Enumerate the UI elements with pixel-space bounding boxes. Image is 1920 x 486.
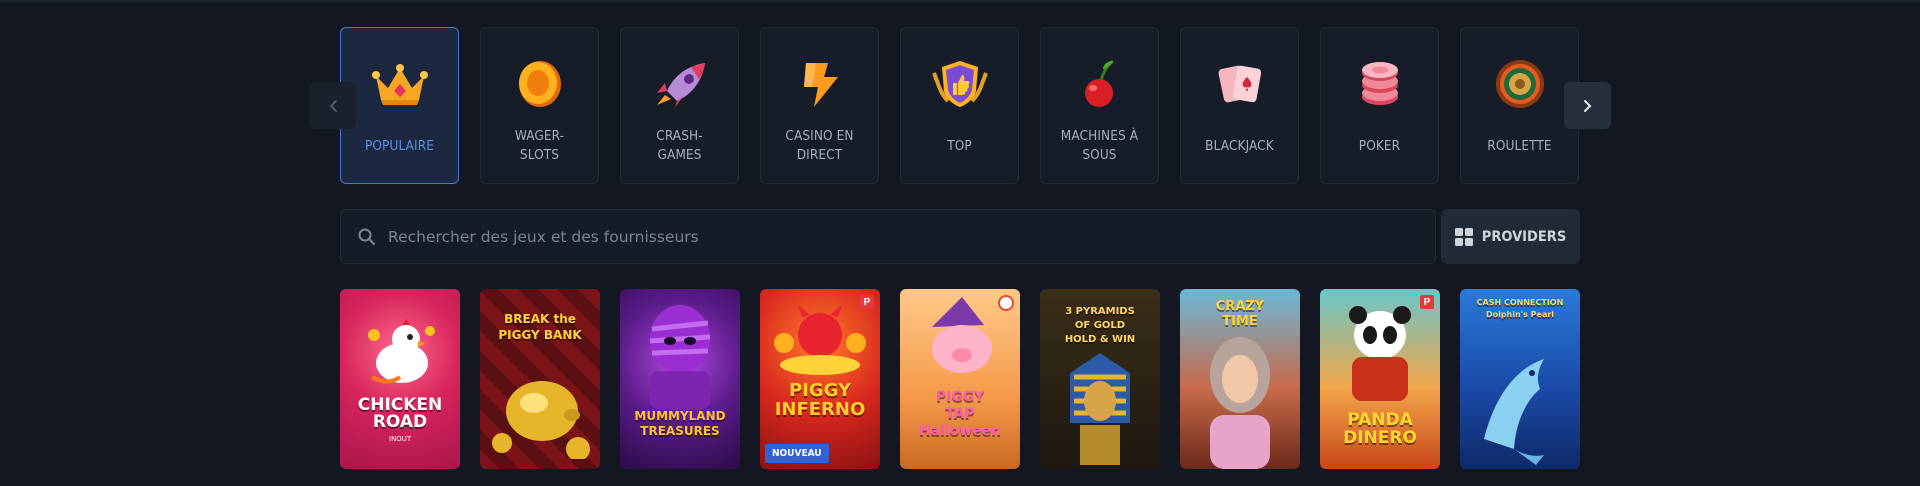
lightning-icon [790, 54, 850, 114]
game-title: BREAK the PIGGY BANK [498, 312, 582, 342]
dolphin-art [1484, 359, 1544, 465]
category-carousel: POPULAIRE WAGER- SLOTS CRASH- GAMES CASI… [340, 27, 1580, 184]
new-badge: NOUVEAU [765, 444, 829, 463]
mummy-art [649, 305, 711, 409]
category-blackjack[interactable]: BLACKJACK [1180, 27, 1299, 184]
providers-label: PROVIDERS [1481, 228, 1567, 245]
category-label: POPULAIRE [364, 137, 435, 154]
game-tile-mummyland-treasures[interactable]: MUMMYLAND TREASURES [620, 289, 740, 469]
category-poker[interactable]: POKER [1320, 27, 1439, 184]
category-machines-a-sous[interactable]: MACHINES À SOUS [1040, 27, 1159, 184]
chicken-art [368, 319, 435, 384]
category-roulette[interactable]: ROULETTE [1460, 27, 1579, 184]
chevron-right-icon [1583, 99, 1591, 112]
coin-icon [510, 54, 570, 114]
presenter-art [1210, 337, 1270, 469]
poker-chips-icon [1350, 54, 1410, 114]
provider-badge [998, 295, 1014, 311]
roulette-wheel-icon [1490, 54, 1550, 114]
game-title: CRAZY TIME [1215, 299, 1265, 329]
game-provider: INOUT [388, 435, 412, 443]
game-tile-break-the-piggy-bank[interactable]: BREAK the PIGGY BANK [480, 289, 600, 469]
rocket-icon [650, 54, 710, 114]
panda-art [1349, 306, 1411, 401]
category-label: CASINO EN DIRECT [785, 128, 854, 163]
crown-icon [370, 54, 430, 114]
game-title: PANDA DINERO [1343, 410, 1417, 448]
game-tile-crazy-time[interactable]: CRAZY TIME [1180, 289, 1300, 469]
game-title: 3 PYRAMIDS OF GOLD HOLD & WIN [1064, 306, 1136, 345]
pharaoh-art [1070, 353, 1130, 465]
game-title: CHICKEN ROAD [357, 395, 443, 432]
category-top[interactable]: TOP [900, 27, 1019, 184]
category-label: CRASH- GAMES [656, 128, 703, 163]
promo-badge: P [1420, 295, 1434, 309]
category-populaire[interactable]: POPULAIRE [340, 27, 459, 184]
grid-icon [1454, 227, 1473, 246]
search-icon [358, 228, 376, 246]
game-title: PIGGY TAP Halloween [918, 389, 1002, 439]
top-divider [0, 0, 1920, 2]
carousel-next-button[interactable] [1564, 82, 1611, 129]
providers-button[interactable]: PROVIDERS [1441, 209, 1580, 264]
devil-pigs-art [774, 305, 866, 375]
category-label: MACHINES À SOUS [1060, 128, 1139, 163]
games-grid: CHICKEN ROAD INOUT BREAK the PIGGY BANK … [340, 289, 1580, 469]
search-bar [340, 209, 1436, 264]
category-label: BLACKJACK [1205, 137, 1274, 154]
game-title: CASH CONNECTION Dolphin's Pearl [1476, 298, 1564, 319]
search-input[interactable] [386, 226, 1290, 247]
category-wager-slots[interactable]: WAGER- SLOTS [480, 27, 599, 184]
game-title: MUMMYLAND TREASURES [634, 409, 726, 438]
game-tile-chicken-road[interactable]: CHICKEN ROAD INOUT [340, 289, 460, 469]
category-crash-games[interactable]: CRASH- GAMES [620, 27, 739, 184]
category-label: WAGER- SLOTS [514, 128, 565, 163]
game-tile-3-pyramids-of-gold[interactable]: 3 PYRAMIDS OF GOLD HOLD & WIN [1040, 289, 1160, 469]
playing-cards-icon [1210, 54, 1270, 114]
category-label: TOP [947, 137, 972, 154]
promo-badge: P [860, 295, 874, 309]
thumbs-up-shield-icon [930, 54, 990, 114]
game-title: PIGGY INFERNO [774, 380, 866, 420]
game-tile-cash-connection-dolphins-pearl[interactable]: CASH CONNECTION Dolphin's Pearl [1460, 289, 1580, 469]
cherry-icon [1070, 54, 1130, 114]
category-casino-en-direct[interactable]: CASINO EN DIRECT [760, 27, 879, 184]
chevron-left-icon [329, 99, 337, 112]
category-label: POKER [1358, 137, 1401, 154]
game-tile-piggy-inferno[interactable]: PIGGY INFERNO P NOUVEAU [760, 289, 880, 469]
category-label: ROULETTE [1487, 137, 1552, 154]
gold-pig-art [492, 381, 590, 459]
piggy-witch-art [932, 297, 992, 373]
carousel-prev-button[interactable] [309, 82, 356, 129]
game-tile-piggy-tap-halloween[interactable]: PIGGY TAP Halloween [900, 289, 1020, 469]
game-tile-panda-dinero[interactable]: P PANDA DINERO [1320, 289, 1440, 469]
